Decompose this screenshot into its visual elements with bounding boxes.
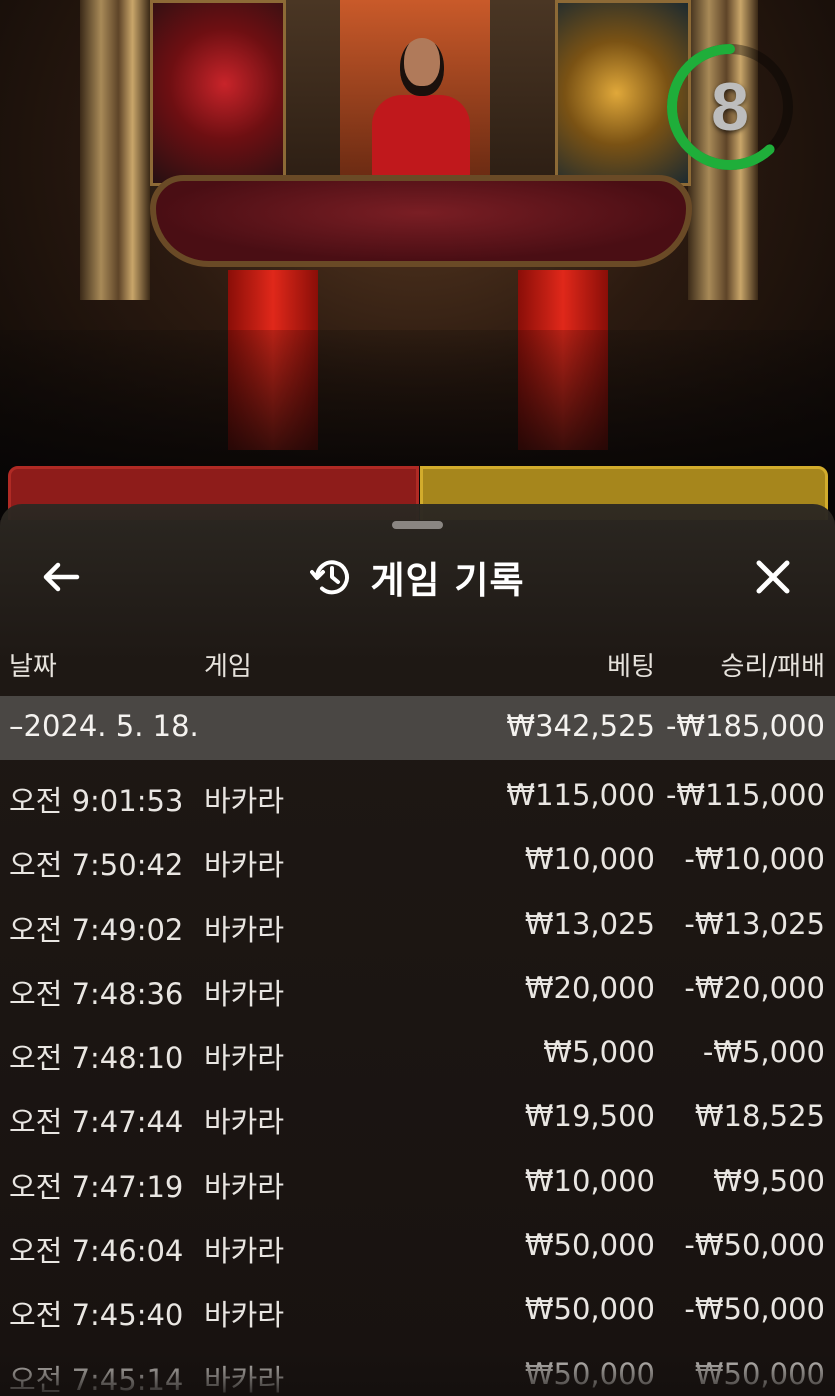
day-win-loss-total: -₩185,000	[665, 709, 825, 743]
row-time: 오전 7:46:04	[9, 1234, 184, 1269]
row-bet: ₩50,000	[524, 1228, 655, 1263]
column-headers: 날짜 게임 베팅 승리/패배	[0, 642, 835, 686]
dragon-artwork	[150, 0, 286, 186]
sheet-title-group: 게임 기록	[0, 542, 835, 612]
row-win-loss: -₩5,000	[702, 1035, 825, 1070]
pillar-left	[80, 0, 150, 300]
day-bet-total: ₩342,525	[506, 709, 655, 743]
day-group-header[interactable]: –2024. 5. 18. ₩342,525 -₩185,000	[0, 696, 835, 760]
row-time: 오전 7:48:10	[9, 1041, 184, 1076]
sheet-title: 게임 기록	[370, 559, 525, 602]
row-time: 오전 7:47:19	[9, 1169, 184, 1204]
row-bet: ₩115,000	[506, 778, 655, 812]
row-bet: ₩50,000	[524, 1356, 655, 1391]
row-win-loss: ₩9,500	[713, 1163, 825, 1198]
game-history-sheet: 게임 기록 날짜 게임 베팅 승리/패배 –2024. 5. 18. ₩342,…	[0, 504, 835, 1396]
row-game: 바카라	[204, 1169, 285, 1204]
row-bet: ₩5,000	[543, 1035, 655, 1070]
history-list: 오전 9:01:53 바카라 ₩115,000 -₩115,000 오전 7:50:42…	[0, 766, 835, 1396]
arrow-left-icon	[43, 562, 80, 592]
dealer-head	[400, 38, 444, 96]
row-time: 오전 7:45:40	[9, 1298, 184, 1333]
row-game: 바카라	[204, 1234, 285, 1269]
row-win-loss: ₩50,000	[694, 1356, 825, 1391]
column-header-win-loss: 승리/패배	[720, 652, 825, 682]
history-row[interactable]: 오전 9:01:53 바카라 ₩115,000 -₩115,000	[0, 766, 835, 830]
day-date: –2024. 5. 18.	[9, 709, 199, 743]
history-icon	[310, 560, 350, 595]
dealer	[372, 95, 470, 180]
row-bet: ₩20,000	[524, 970, 655, 1005]
row-bet: ₩50,000	[524, 1292, 655, 1327]
history-row[interactable]: 오전 7:45:40 바카라 ₩50,000 -₩50,000	[0, 1280, 835, 1344]
column-header-date: 날짜	[9, 652, 57, 682]
row-win-loss: -₩50,000	[684, 1292, 825, 1327]
row-win-loss: -₩50,000	[684, 1228, 825, 1263]
row-bet: ₩13,025	[524, 906, 655, 941]
countdown-seconds: 8	[711, 69, 749, 145]
column-header-bet: 베팅	[607, 652, 655, 682]
history-row[interactable]: 오전 7:49:02 바카라 ₩13,025 -₩13,025	[0, 895, 835, 959]
row-game: 바카라	[204, 976, 285, 1011]
column-header-game: 게임	[204, 652, 252, 682]
history-row[interactable]: 오전 7:48:10 바카라 ₩5,000 -₩5,000	[0, 1023, 835, 1087]
sheet-header: 게임 기록	[0, 542, 835, 612]
history-row[interactable]: 오전 7:50:42 바카라 ₩10,000 -₩10,000	[0, 830, 835, 894]
history-row[interactable]: 오전 7:47:19 바카라 ₩10,000 ₩9,500	[0, 1152, 835, 1216]
row-game: 바카라	[204, 848, 285, 883]
row-win-loss: -₩20,000	[684, 970, 825, 1005]
row-game: 바카라	[204, 1105, 285, 1140]
row-time: 오전 9:01:53	[9, 784, 184, 818]
close-button[interactable]	[748, 554, 798, 600]
row-game: 바카라	[204, 1298, 285, 1333]
row-bet: ₩10,000	[524, 842, 655, 877]
history-row[interactable]: 오전 7:46:04 바카라 ₩50,000 -₩50,000	[0, 1216, 835, 1280]
row-time: 오전 7:45:14	[9, 1362, 184, 1396]
countdown-timer: 8	[665, 32, 805, 182]
row-time: 오전 7:47:44	[9, 1105, 184, 1140]
history-row[interactable]: 오전 7:48:36 바카라 ₩20,000 -₩20,000	[0, 959, 835, 1023]
history-row[interactable]: 오전 7:47:44 바카라 ₩19,500 ₩18,525	[0, 1087, 835, 1151]
row-game: 바카라	[204, 1362, 285, 1396]
row-win-loss: ₩18,525	[694, 1099, 825, 1134]
close-icon	[756, 560, 790, 594]
row-bet: ₩10,000	[524, 1163, 655, 1198]
row-win-loss: -₩10,000	[684, 842, 825, 877]
row-win-loss: -₩115,000	[665, 778, 825, 812]
row-game: 바카라	[204, 784, 285, 818]
row-bet: ₩19,500	[524, 1099, 655, 1134]
game-table	[150, 175, 692, 267]
history-row[interactable]: 오전 7:45:14 바카라 ₩50,000 ₩50,000	[0, 1345, 835, 1396]
back-button[interactable]	[36, 554, 86, 600]
row-game: 바카라	[204, 1041, 285, 1076]
row-time: 오전 7:49:02	[9, 912, 184, 947]
row-time: 오전 7:48:36	[9, 976, 184, 1011]
row-win-loss: -₩13,025	[684, 906, 825, 941]
row-game: 바카라	[204, 912, 285, 947]
row-time: 오전 7:50:42	[9, 848, 184, 883]
sheet-drag-handle[interactable]	[392, 521, 443, 529]
